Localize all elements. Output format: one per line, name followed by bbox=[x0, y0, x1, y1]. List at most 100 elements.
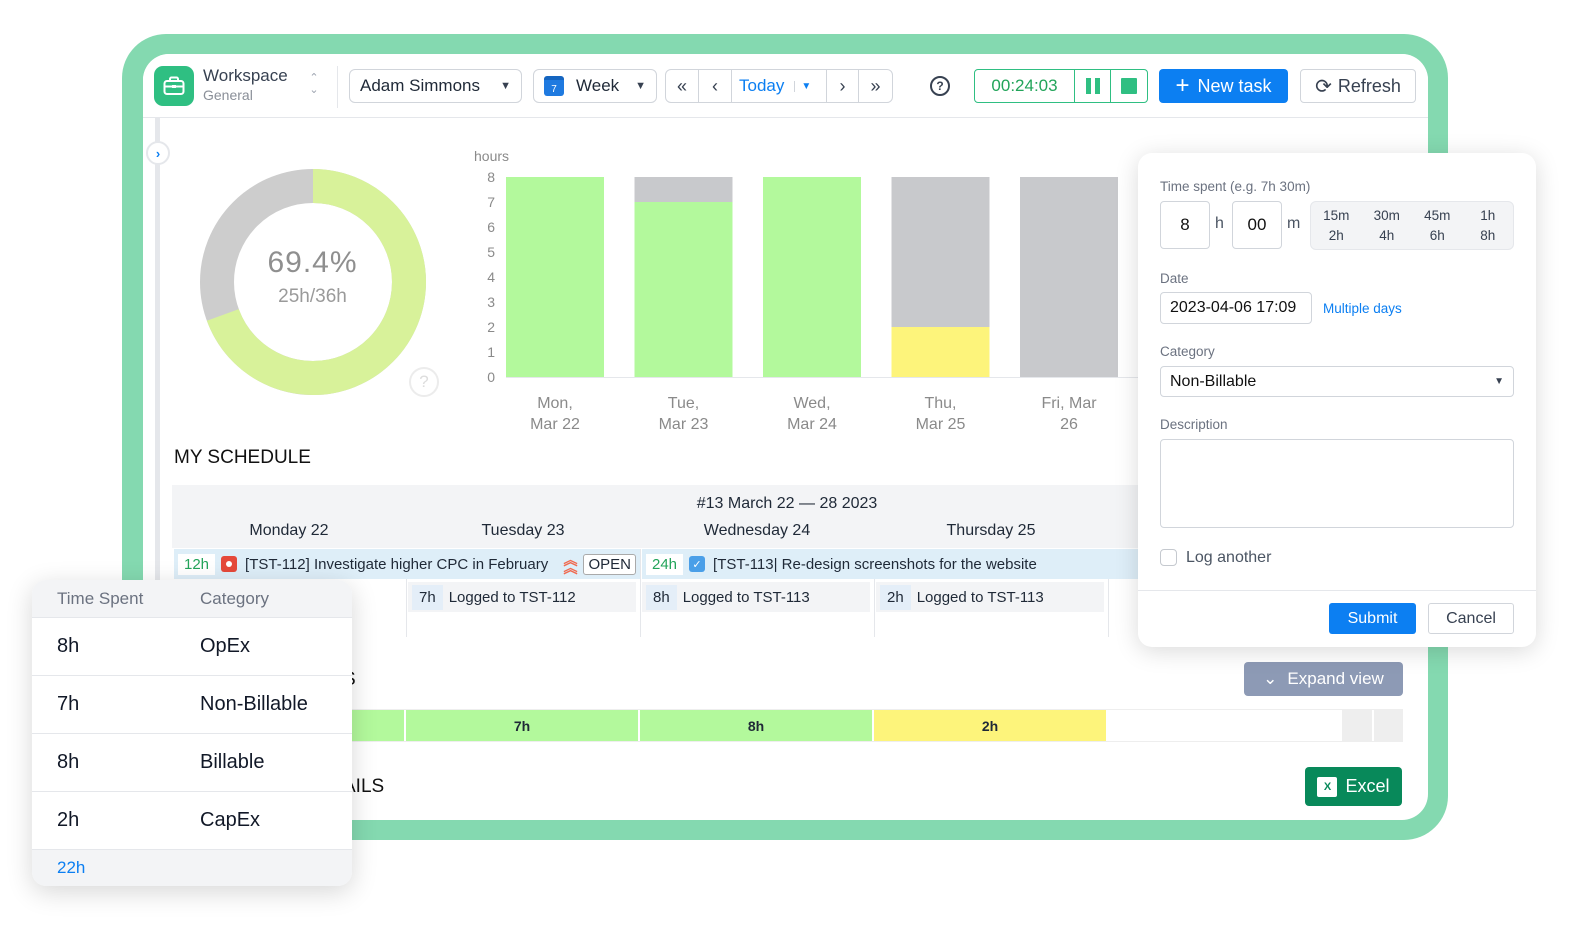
utilization-donut bbox=[200, 169, 426, 395]
date-input[interactable]: 2023-04-06 17:09 bbox=[1160, 292, 1312, 324]
quick-time-option[interactable]: 1h bbox=[1480, 208, 1495, 223]
category-cell: Non-Billable bbox=[200, 693, 308, 715]
task-bar[interactable]: 12h [TST-112] Investigate higher CPC in … bbox=[174, 549, 640, 579]
quick-time-option[interactable]: 30m bbox=[1374, 208, 1400, 223]
today-button[interactable]: Today ▼ bbox=[732, 70, 826, 102]
task-bar[interactable]: 24h ✓ [TST-113| Re-design screenshots fo… bbox=[642, 549, 1172, 579]
timer-widget: 00:24:03 bbox=[974, 69, 1148, 103]
refresh-icon: ⟳ bbox=[1315, 75, 1332, 98]
x-tick-label: Mar 24 bbox=[787, 416, 837, 433]
pause-button[interactable] bbox=[1075, 70, 1111, 102]
stop-button[interactable] bbox=[1111, 70, 1147, 102]
workspace-title[interactable]: Workspace bbox=[203, 66, 288, 86]
help-icon[interactable]: ? bbox=[409, 367, 439, 397]
submit-button[interactable]: Submit bbox=[1329, 603, 1416, 634]
workspace-switch-icon[interactable]: ⌃ ⌄ bbox=[307, 72, 321, 100]
task-hours: 24h bbox=[646, 553, 684, 575]
quick-time-option[interactable]: 15m bbox=[1323, 208, 1349, 223]
worklog-entry[interactable]: 8h Logged to TST-113 bbox=[642, 582, 870, 612]
breakdown-row: 2h CapEx bbox=[32, 792, 352, 850]
excel-icon: X bbox=[1317, 776, 1338, 797]
next-button[interactable]: › bbox=[826, 70, 859, 102]
hours-unit: h bbox=[1215, 215, 1224, 232]
double-chevron-right-icon: » bbox=[870, 75, 881, 96]
expand-view-button[interactable]: ⌄ Expand view bbox=[1244, 662, 1403, 696]
quick-time-option[interactable]: 2h bbox=[1329, 228, 1344, 243]
divider bbox=[337, 66, 338, 108]
x-tick-label: 26 bbox=[1060, 416, 1078, 433]
quick-time-option[interactable]: 8h bbox=[1480, 228, 1495, 243]
stop-icon bbox=[1121, 78, 1137, 94]
period-select[interactable]: 7 Week ▼ bbox=[533, 69, 657, 103]
y-tick-label: 7 bbox=[487, 194, 495, 210]
cancel-button[interactable]: Cancel bbox=[1428, 603, 1514, 634]
x-tick-label: Mar 25 bbox=[916, 416, 966, 433]
worklog-entry[interactable]: 7h Logged to TST-112 bbox=[408, 582, 636, 612]
worklog-label: Logged to TST-112 bbox=[448, 588, 576, 606]
refresh-button[interactable]: ⟳ Refresh bbox=[1300, 69, 1416, 103]
excel-export-button[interactable]: X Excel bbox=[1305, 767, 1402, 806]
minutes-input[interactable] bbox=[1232, 201, 1282, 249]
user-select[interactable]: Adam Simmons ▼ bbox=[349, 69, 522, 103]
help-icon[interactable]: ? bbox=[930, 76, 950, 96]
quick-time-option[interactable]: 4h bbox=[1379, 228, 1394, 243]
period-select-value: Week bbox=[576, 76, 620, 95]
summary-cell: 2h bbox=[874, 710, 1108, 741]
y-tick-label: 2 bbox=[487, 319, 495, 335]
workspace-subtitle: General bbox=[203, 87, 253, 103]
bar-logged bbox=[506, 177, 604, 377]
category-cell: OpEx bbox=[200, 635, 251, 657]
x-tick-label: Thu, bbox=[924, 395, 956, 412]
chevron-down-icon: ▼ bbox=[1494, 376, 1504, 387]
chevron-down-icon: ⌄ bbox=[1263, 669, 1278, 688]
worklog-hours: 8h bbox=[646, 584, 677, 610]
pause-icon bbox=[1085, 78, 1100, 94]
description-textarea[interactable] bbox=[1160, 439, 1514, 528]
worklog-hours: 2h bbox=[880, 584, 911, 610]
new-task-button[interactable]: + New task bbox=[1159, 69, 1288, 103]
calendar-icon: 7 bbox=[544, 76, 564, 96]
breakdown-total: 22h bbox=[32, 850, 352, 886]
time-spent-label: Time spent (e.g. 7h 30m) bbox=[1160, 179, 1311, 194]
hours-input[interactable] bbox=[1160, 201, 1210, 249]
status-badge[interactable]: OPEN bbox=[583, 553, 636, 575]
worklog-label: Logged to TST-113 bbox=[916, 588, 1044, 606]
chevron-down-icon: ▼ bbox=[500, 80, 511, 92]
chevron-down-icon[interactable]: ▼ bbox=[794, 80, 811, 92]
time-cell: 7h bbox=[57, 693, 80, 715]
log-time-popup: Time spent (e.g. 7h 30m) h m 15m 30m 45m… bbox=[1138, 153, 1536, 647]
worklog-entry[interactable]: 2h Logged to TST-113 bbox=[876, 582, 1104, 612]
time-cell: 8h bbox=[57, 635, 80, 657]
quick-time-options: 15m 30m 45m 1h 2h 4h 6h 8h bbox=[1310, 201, 1514, 250]
breakdown-header: Time Spent Category bbox=[32, 580, 352, 618]
x-tick-label: Fri, Mar bbox=[1041, 395, 1097, 412]
summary-cell-weekend bbox=[1374, 710, 1403, 741]
task-title: [TST-113| Re-design screenshots for the … bbox=[713, 555, 1037, 573]
prev-button[interactable]: ‹ bbox=[699, 70, 732, 102]
quick-time-option[interactable]: 45m bbox=[1424, 208, 1450, 223]
y-tick-label: 5 bbox=[487, 244, 495, 260]
multiple-days-link[interactable]: Multiple days bbox=[1323, 301, 1402, 316]
chevron-down-icon: ▼ bbox=[635, 80, 646, 92]
task-hours: 12h bbox=[178, 553, 216, 575]
briefcase-icon[interactable] bbox=[154, 66, 194, 106]
quick-time-option[interactable]: 6h bbox=[1430, 228, 1445, 243]
y-tick-label: 3 bbox=[487, 294, 495, 310]
y-axis-label: hours bbox=[474, 148, 509, 164]
timer-display: 00:24:03 bbox=[975, 70, 1075, 102]
log-another-label[interactable]: Log another bbox=[1186, 549, 1271, 567]
date-label: Date bbox=[1160, 271, 1189, 286]
summary-cell bbox=[1108, 710, 1342, 741]
y-tick-label: 4 bbox=[487, 269, 495, 285]
last-page-button[interactable]: » bbox=[859, 70, 892, 102]
breakdown-row: 8h Billable bbox=[32, 734, 352, 792]
log-another-checkbox[interactable] bbox=[1160, 549, 1177, 566]
x-tick-label: Wed, bbox=[793, 395, 830, 412]
sidebar-expand-toggle[interactable]: › bbox=[146, 141, 170, 165]
new-task-label: New task bbox=[1197, 75, 1272, 96]
schedule-header: #13 March 22 — 28 2023 Monday 22 Tuesday… bbox=[172, 485, 1172, 548]
first-page-button[interactable]: « bbox=[666, 70, 699, 102]
category-select[interactable]: Non-Billable ▼ bbox=[1160, 366, 1514, 397]
bar-remaining bbox=[634, 177, 733, 202]
day-header: Monday 22 bbox=[249, 522, 329, 539]
